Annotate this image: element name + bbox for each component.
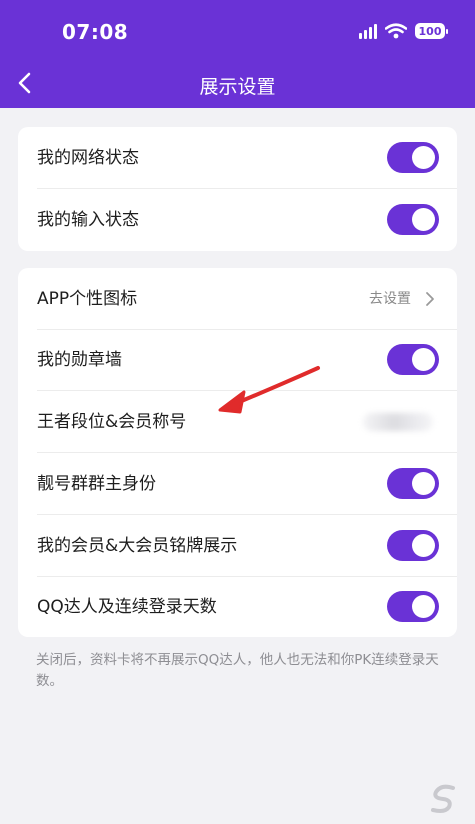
status-icons: 100 — [359, 20, 448, 42]
row-label: 靓号群群主身份 — [37, 474, 156, 494]
blurred-control[interactable] — [363, 413, 433, 431]
row-label: 我的网络状态 — [37, 148, 139, 168]
row-network-status: 我的网络状态 — [18, 127, 457, 189]
header-bar: 07:08 100 展示设置 — [0, 0, 475, 108]
input-status-toggle[interactable] — [387, 204, 439, 235]
row-label: 我的会员&大会员铭牌展示 — [37, 536, 238, 556]
row-pretty-number-owner: 靓号群群主身份 — [18, 453, 457, 515]
footnote: 关闭后，资料卡将不再展示QQ达人，他人也无法和你PK连续登录天数。 — [36, 652, 439, 689]
chevron-right-icon — [426, 292, 434, 306]
status-time: 07:08 — [62, 20, 129, 44]
vip-nameplate-toggle[interactable] — [387, 530, 439, 561]
s-logo-icon — [431, 784, 455, 813]
signal-icon — [359, 23, 377, 39]
row-medal-wall: 我的勋章墙 — [18, 329, 457, 391]
row-vip-nameplate: 我的会员&大会员铭牌展示 — [18, 515, 457, 577]
row-rank-title: 王者段位&会员称号 — [18, 391, 457, 453]
battery-icon: 100 — [415, 23, 448, 39]
row-label: 我的勋章墙 — [37, 350, 122, 370]
pretty-number-toggle[interactable] — [387, 468, 439, 499]
qq-expert-toggle[interactable] — [387, 591, 439, 622]
row-label: 王者段位&会员称号 — [37, 412, 187, 432]
settings-group-status: 我的网络状态 我的输入状态 — [18, 127, 457, 251]
medal-wall-toggle[interactable] — [387, 344, 439, 375]
row-app-icon[interactable]: APP个性图标 去设置 — [18, 268, 457, 330]
page-title: 展示设置 — [199, 76, 276, 98]
row-label: QQ达人及连续登录天数 — [37, 597, 217, 617]
row-label: APP个性图标 — [37, 289, 138, 309]
network-status-toggle[interactable] — [387, 142, 439, 173]
go-settings-link[interactable]: 去设置 — [369, 268, 435, 330]
settings-group-display: APP个性图标 去设置 我的勋章墙 王者段位&会员称号 靓号群群主身份 我的会员… — [18, 268, 457, 637]
row-label: 我的输入状态 — [37, 210, 139, 230]
wifi-icon — [385, 23, 407, 39]
watermark-logo — [427, 784, 461, 814]
go-settings-label: 去设置 — [369, 291, 411, 307]
row-qq-expert: QQ达人及连续登录天数 — [18, 576, 457, 638]
row-input-status: 我的输入状态 — [18, 189, 457, 251]
